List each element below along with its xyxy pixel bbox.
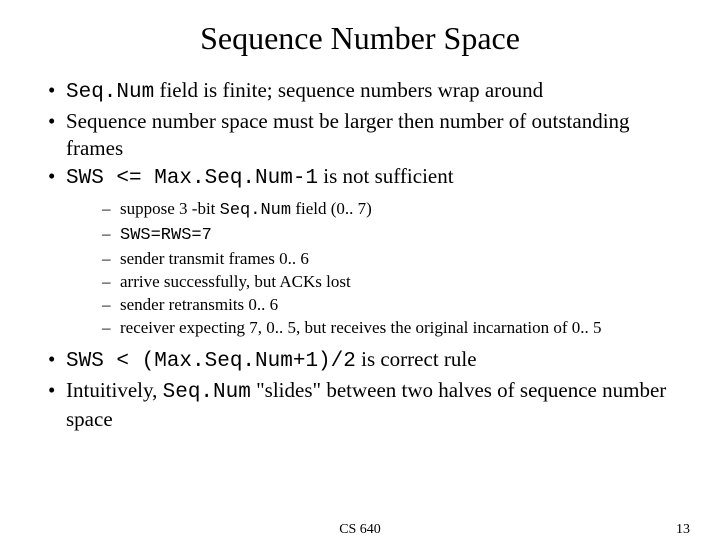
text: Intuitively, <box>66 378 163 402</box>
bullet-item: SWS < (Max.Seq.Num+1)/2 is correct rule <box>48 346 690 375</box>
code-text: SWS < (Max.Seq.Num+1)/2 <box>66 350 356 373</box>
sub-bullet-item: receiver expecting 7, 0.. 5, but receive… <box>102 317 690 340</box>
text: field (0.. 7) <box>291 199 372 218</box>
sub-bullet-item: suppose 3 -bit Seq.Num field (0.. 7) <box>102 198 690 223</box>
code-text: Seq.Num <box>66 81 154 104</box>
bullet-item: Intuitively, Seq.Num "slides" between tw… <box>48 377 690 433</box>
sub-bullet-list: suppose 3 -bit Seq.Num field (0.. 7) SWS… <box>66 198 690 340</box>
code-text: SWS <= Max.Seq.Num-1 <box>66 167 318 190</box>
bullet-item: SWS <= Max.Seq.Num-1 is not sufficient s… <box>48 163 690 340</box>
text: field is finite; sequence numbers wrap a… <box>154 78 543 102</box>
code-text: Seq.Num <box>163 381 251 404</box>
code-text: SWS=RWS=7 <box>120 226 212 245</box>
bullet-item: Seq.Num field is finite; sequence number… <box>48 77 690 106</box>
footer-page-number: 13 <box>676 522 690 538</box>
sub-bullet-item: arrive successfully, but ACKs lost <box>102 271 690 294</box>
slide-title: Sequence Number Space <box>30 20 690 57</box>
text: suppose 3 -bit <box>120 199 220 218</box>
bullet-list: Seq.Num field is finite; sequence number… <box>30 77 690 432</box>
text: is correct rule <box>356 347 477 371</box>
sub-bullet-item: sender retransmits 0.. 6 <box>102 294 690 317</box>
footer-course: CS 640 <box>339 522 381 538</box>
code-text: Seq.Num <box>220 201 291 220</box>
text: is not sufficient <box>318 164 454 188</box>
sub-bullet-item: SWS=RWS=7 <box>102 223 690 248</box>
sub-bullet-item: sender transmit frames 0.. 6 <box>102 248 690 271</box>
bullet-item: Sequence number space must be larger the… <box>48 108 690 161</box>
